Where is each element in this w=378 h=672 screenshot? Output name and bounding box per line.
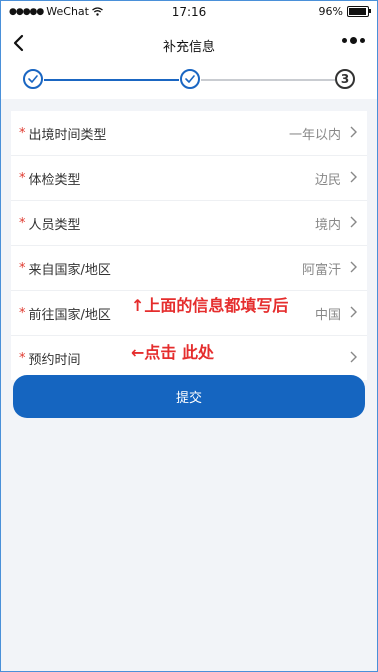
- status-bar: ●●●●● WeChat 17:16 96%: [1, 1, 377, 23]
- submit-button[interactable]: 提交: [13, 375, 365, 418]
- required-mark: *: [19, 305, 26, 321]
- field-departure-time-type[interactable]: * 出境时间类型 一年以内: [11, 111, 367, 156]
- required-mark: *: [19, 260, 26, 276]
- info-form: * 出境时间类型 一年以内 * 体检类型 边民 * 人员类型 境内 * 来自国家…: [11, 111, 367, 380]
- field-label: 来自国家/地区: [28, 262, 111, 278]
- field-value: 一年以内: [288, 127, 341, 143]
- more-menu-icon[interactable]: [342, 37, 365, 44]
- field-value: 边民: [314, 172, 341, 188]
- required-mark: *: [19, 215, 26, 231]
- step-connector-1: [44, 79, 179, 81]
- chevron-right-icon: [350, 171, 357, 183]
- check-icon: [28, 75, 38, 83]
- field-value: 中国: [314, 307, 341, 323]
- step-connector-2: [201, 79, 335, 81]
- required-mark: *: [19, 170, 26, 186]
- required-mark: *: [19, 350, 26, 366]
- check-icon: [185, 75, 195, 83]
- step-3-current: 3: [335, 69, 355, 89]
- field-label: 前往国家/地区: [28, 307, 111, 323]
- field-label: 体检类型: [28, 172, 81, 188]
- field-person-type[interactable]: * 人员类型 境内: [11, 201, 367, 246]
- battery-level: [349, 8, 367, 15]
- chevron-right-icon: [350, 126, 357, 138]
- field-exam-type[interactable]: * 体检类型 边民: [11, 156, 367, 201]
- phone-frame: ●●●●● WeChat 17:16 96% 补充信息 3 * 出境时间类型 一…: [0, 0, 378, 672]
- required-mark: *: [19, 125, 26, 141]
- page-title: 补充信息: [162, 40, 215, 55]
- field-appointment-time[interactable]: * 预约时间: [11, 336, 367, 380]
- battery-info: 96%: [318, 5, 371, 18]
- field-origin-country[interactable]: * 来自国家/地区 阿富汗: [11, 246, 367, 291]
- chevron-right-icon: [350, 216, 357, 228]
- battery-icon: [347, 6, 371, 17]
- battery-percent: 96%: [318, 5, 343, 18]
- field-destination-country[interactable]: * 前往国家/地区 中国: [11, 291, 367, 336]
- chevron-right-icon: [350, 261, 357, 273]
- progress-stepper: 3: [1, 67, 377, 99]
- field-label: 出境时间类型: [28, 127, 107, 143]
- chevron-right-icon: [350, 351, 357, 363]
- field-label: 人员类型: [28, 217, 81, 233]
- chevron-right-icon: [350, 306, 357, 318]
- field-value: 境内: [314, 217, 341, 233]
- step-2-done: [180, 69, 200, 89]
- step-1-done: [23, 69, 43, 89]
- field-value: 阿富汗: [301, 262, 341, 278]
- nav-bar: 补充信息: [1, 23, 377, 67]
- field-label: 预约时间: [28, 352, 81, 368]
